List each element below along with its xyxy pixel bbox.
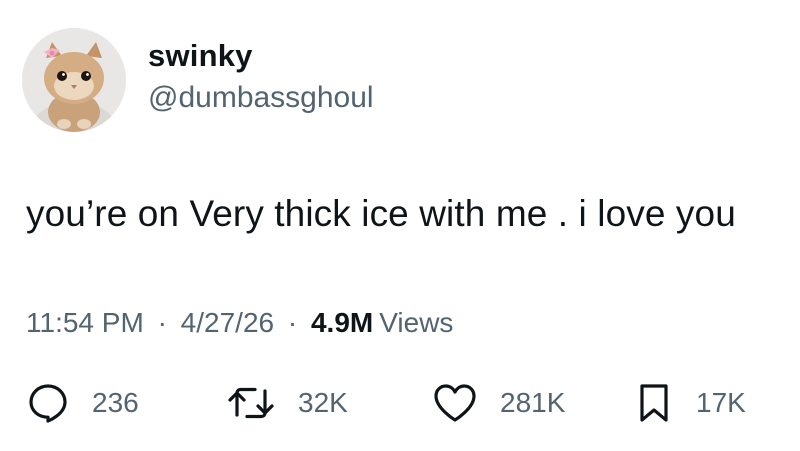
views-label[interactable]: Views: [379, 307, 453, 338]
like-button[interactable]: 281K: [432, 378, 565, 428]
display-name[interactable]: swinky: [148, 36, 374, 76]
heart-icon: [434, 384, 476, 422]
retweet-icon: [228, 387, 274, 419]
views-count[interactable]: 4.9M: [311, 307, 373, 338]
bookmark-icon: [640, 384, 668, 422]
user-handle[interactable]: @dumbassghoul: [148, 78, 374, 118]
tweet-date[interactable]: 4/27/26: [181, 307, 274, 338]
user-names: swinky @dumbassghoul: [148, 36, 374, 118]
meta-separator: ·: [287, 307, 298, 338]
tweet-text: you’re on Very thick ice with me . i lov…: [26, 193, 736, 234]
avatar[interactable]: [22, 28, 126, 132]
tweet-time[interactable]: 11:54 PM: [26, 307, 144, 338]
meta-separator: ·: [157, 307, 167, 338]
reply-count: 236: [92, 387, 139, 418]
tweet-actions: 236 32K 281K 17K: [0, 378, 800, 428]
tweet-card: swinky @dumbassghoul you’re on Very thic…: [0, 0, 800, 451]
retweet-count: 32K: [298, 387, 348, 418]
like-count: 281K: [500, 387, 566, 418]
reply-icon: [29, 384, 67, 423]
kitten-avatar-icon: [22, 28, 126, 132]
bookmark-count: 17K: [696, 387, 746, 418]
bookmark-button[interactable]: 17K: [634, 378, 746, 428]
tweet-header: swinky @dumbassghoul: [22, 28, 374, 132]
retweet-button[interactable]: 32K: [226, 378, 348, 428]
reply-button[interactable]: 236: [26, 378, 139, 428]
tweet-meta: 11:54 PM · 4/27/26 · 4.9M Views: [26, 305, 453, 341]
